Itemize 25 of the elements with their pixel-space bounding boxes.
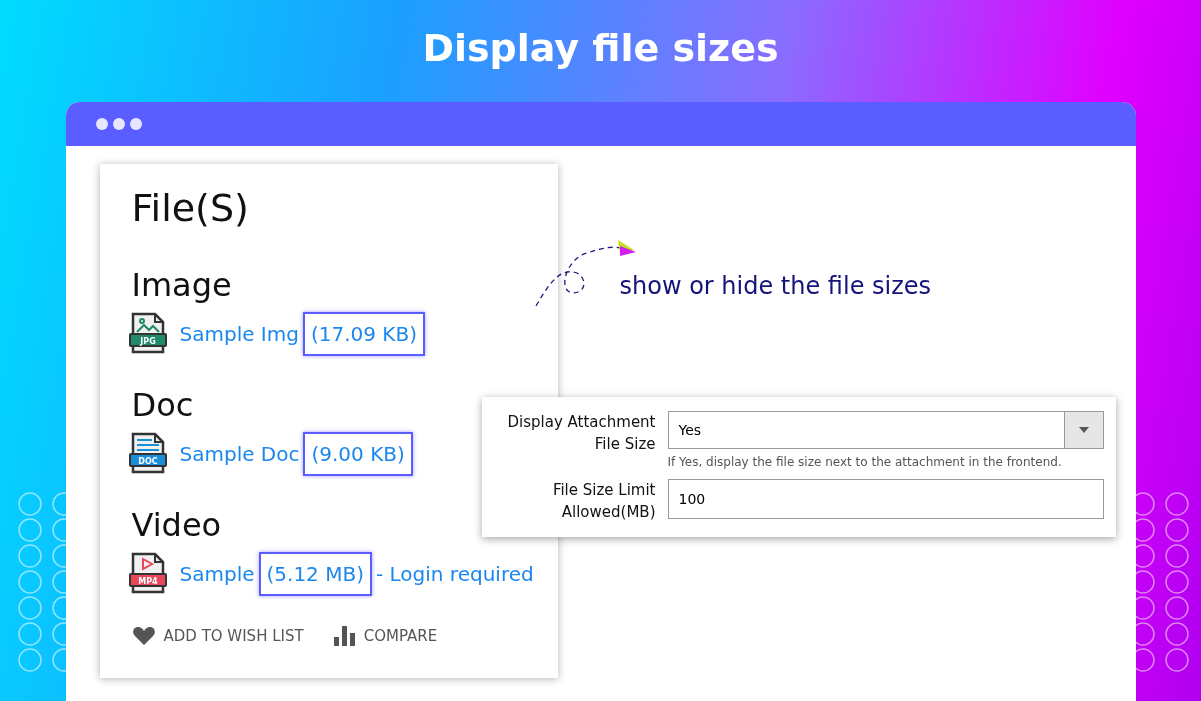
banner-title: Display file sizes bbox=[422, 26, 779, 72]
section-heading: Image bbox=[131, 266, 233, 304]
window-dot-icon bbox=[112, 118, 125, 130]
hint-text: If Yes, display the file size next to the attachment in the frontend. bbox=[667, 455, 1063, 469]
compare-link[interactable]: COMPARE bbox=[333, 626, 438, 646]
window-dot-icon bbox=[129, 118, 142, 130]
input-field[interactable]: 100 bbox=[667, 479, 1104, 519]
select-field[interactable]: Yes bbox=[667, 411, 1104, 449]
file-size-label: (9.00 KB) bbox=[303, 432, 413, 476]
heart-icon bbox=[131, 626, 156, 646]
file-link[interactable]: Sample Img bbox=[179, 322, 299, 346]
setting-label: Display Attachment File Size bbox=[506, 412, 656, 455]
bar-chart-icon bbox=[333, 626, 356, 646]
wish-list-link[interactable]: ADD TO WISH LIST bbox=[131, 626, 304, 646]
card-title: File(S) bbox=[131, 186, 250, 230]
login-required-link[interactable]: - Login required bbox=[376, 562, 534, 586]
file-link[interactable]: Sample bbox=[179, 562, 255, 586]
annotation-text: show or hide the file sizes bbox=[619, 272, 932, 300]
setting-label: File Size Limit Allowed(MB) bbox=[551, 480, 656, 523]
file-link[interactable]: Sample Doc bbox=[179, 442, 300, 466]
window-dot-icon bbox=[95, 118, 108, 130]
file-size-label: (5.12 MB) bbox=[258, 552, 372, 596]
file-size-label: (17.09 KB) bbox=[302, 312, 425, 356]
caret-icon bbox=[1078, 427, 1089, 433]
section-heading: Video bbox=[131, 506, 223, 544]
